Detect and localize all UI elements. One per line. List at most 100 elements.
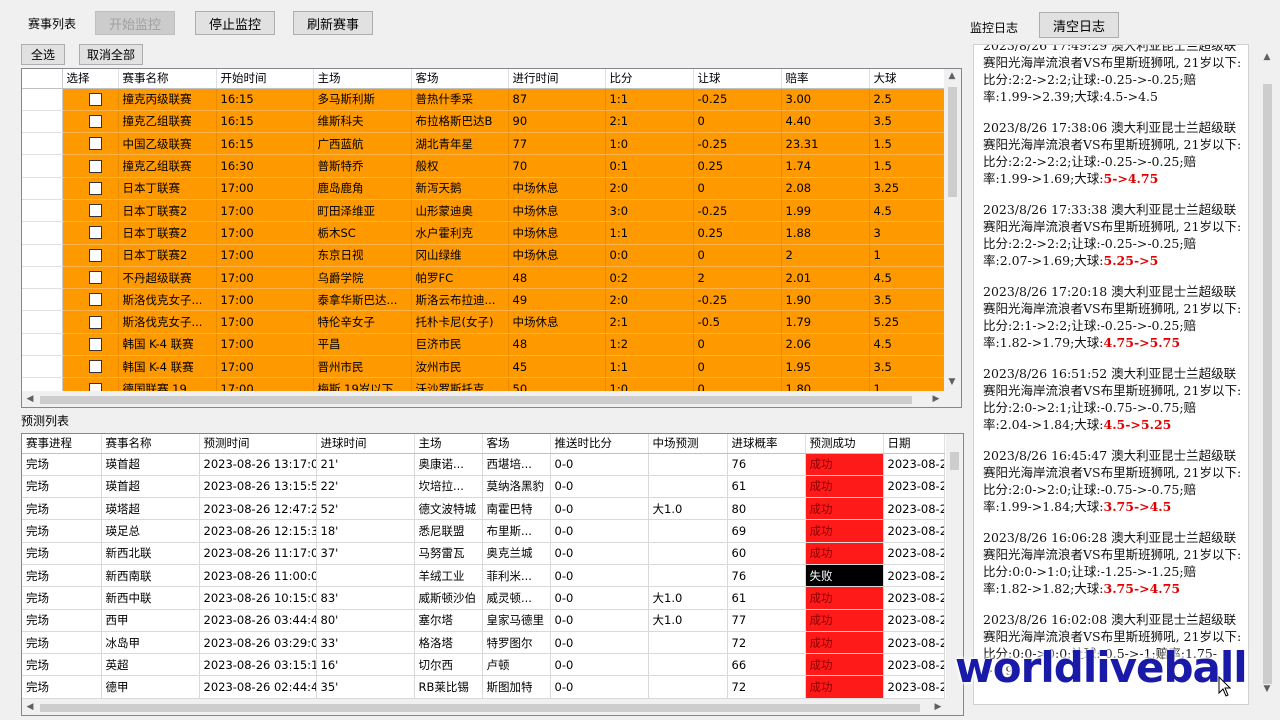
table-row[interactable]: 完场 德甲 2023-08-26 02:44:45 35' RB莱比锡 斯图加特 0-0 72… (22, 675, 945, 699)
stop-monitor-button[interactable]: 停止监控 (195, 11, 275, 35)
checkbox-icon[interactable] (88, 92, 102, 106)
table-row[interactable]: 完场 瑛首超 2023-08-26 13:15:52 22' 坎培拉... 莫纳洛黑豹 0-… (22, 475, 945, 499)
checkbox-icon[interactable] (88, 159, 102, 173)
table-row[interactable]: 日本丁联赛2 17:00 栃木SC 水户霍利克 中场休息 1:1 0.25 1.88 3 (22, 221, 945, 245)
match-col-header[interactable]: 主场 (313, 69, 412, 89)
select-cell[interactable] (62, 177, 119, 200)
select-cell[interactable] (62, 355, 119, 379)
row-header[interactable] (22, 88, 63, 111)
checkbox-icon[interactable] (88, 360, 102, 374)
row-header[interactable] (22, 177, 63, 200)
scroll-down-arrow-icon[interactable]: ▼ (944, 377, 960, 387)
predict-col-header[interactable]: 进球时间 (316, 434, 415, 454)
select-cell[interactable] (62, 221, 119, 245)
checkbox-icon[interactable] (88, 204, 102, 218)
table-row[interactable]: 日本丁联赛2 17:00 东京日视 冈山绿维 中场休息 0:0 0 2 1 (22, 244, 945, 267)
match-col-header[interactable]: 进行时间 (508, 69, 606, 89)
scroll-up-arrow-icon[interactable]: ▲ (1259, 52, 1275, 62)
table-row[interactable]: 撞克丙级联赛 16:15 多马斯利斯 普热什季采 87 1:1 -0.25 3.00 2.5 (22, 88, 945, 111)
select-cell[interactable] (62, 199, 119, 223)
row-header[interactable] (22, 244, 63, 267)
predict-col-header[interactable]: 进球概率 (727, 434, 806, 454)
scroll-left-arrow-icon[interactable]: ◀ (22, 702, 38, 712)
row-header[interactable] (22, 333, 63, 357)
scroll-left-arrow-icon[interactable]: ◀ (22, 394, 38, 404)
select-cell[interactable] (62, 333, 119, 357)
select-all-button[interactable]: 全选 (21, 44, 65, 65)
match-table-hscroll-thumb[interactable] (40, 396, 912, 404)
table-row[interactable]: 撞克乙组联赛 16:30 普斯特乔 般权 70 0:1 0.25 1.74 1.5 (22, 154, 945, 178)
match-col-header[interactable]: 比分 (605, 69, 694, 89)
predict-col-header[interactable]: 预测时间 (199, 434, 317, 454)
table-row[interactable]: 完场 新西中联 2023-08-26 10:15:06 83' 威斯顿沙伯 威灵顿... 0… (22, 586, 945, 610)
table-row[interactable]: 韩国 K-4 联赛 17:00 晋州市民 汝州市民 45 1:1 0 1.95 3.5 (22, 355, 945, 379)
scroll-right-arrow-icon[interactable]: ▶ (930, 702, 946, 712)
predict-table-hscrollbar[interactable]: ◀ ▶ (22, 699, 963, 715)
match-col-header[interactable]: 让球 (693, 69, 782, 89)
row-header[interactable] (22, 154, 63, 178)
select-cell[interactable] (62, 244, 119, 267)
scroll-right-arrow-icon[interactable]: ▶ (928, 394, 944, 404)
scroll-down-arrow-icon[interactable]: ▼ (1259, 684, 1275, 694)
table-row[interactable]: 斯洛伐克女子... 17:00 特伦辛女子 托朴卡尼(女子) 中场休息 2:1 -0.5 1.… (22, 310, 945, 334)
row-header[interactable] (22, 199, 63, 223)
select-cell[interactable] (62, 88, 119, 111)
table-row[interactable]: 不丹超级联赛 17:00 乌爵学院 帕罗FC 48 0:2 2 2.01 4.5 (22, 266, 945, 290)
match-col-header[interactable]: 赛事名称 (118, 69, 217, 89)
select-cell[interactable] (62, 266, 119, 290)
monitor-log-panel[interactable]: 2023/8/26 17:49:29 澳大利亚昆士兰超级联赛阳光海岸流浪者VS布… (973, 44, 1249, 705)
select-cell[interactable] (62, 132, 119, 156)
predict-col-header[interactable]: 日期 (883, 434, 945, 454)
table-row[interactable]: 完场 新西南联 2023-08-26 11:00:05 羊绒工业 菲利米... 0-0 76… (22, 564, 945, 588)
table-row[interactable]: 撞克乙组联赛 16:15 维斯科夫 布拉格斯巴达B 90 2:1 0 4.40 3.5 (22, 110, 945, 134)
table-row[interactable]: 日本丁联赛2 17:00 町田泽维亚 山形蒙迪奥 中场休息 3:0 -0.25 1.99 4.5 (22, 199, 945, 223)
select-cell[interactable] (62, 310, 119, 334)
match-col-header[interactable]: 开始时间 (216, 69, 314, 89)
table-row[interactable]: 完场 西甲 2023-08-26 03:44:40 80' 塞尔塔 皇家马德里 0-0 大1.… (22, 609, 945, 632)
scroll-up-arrow-icon[interactable]: ▲ (944, 71, 960, 81)
match-table-vscroll-thumb[interactable] (948, 87, 957, 197)
checkbox-icon[interactable] (88, 337, 102, 351)
match-table-hscrollbar[interactable]: ◀ ▶ (22, 391, 961, 407)
start-monitor-button[interactable]: 开始监控 (95, 11, 175, 35)
row-header[interactable] (22, 288, 63, 312)
checkbox-icon[interactable] (88, 226, 102, 240)
clear-log-button[interactable]: 清空日志 (1039, 12, 1119, 38)
checkbox-icon[interactable] (88, 315, 102, 329)
table-row[interactable]: 韩国 K-4 联赛 17:00 平昌 巨济市民 48 1:2 0 2.06 4.5 (22, 333, 945, 357)
row-header[interactable] (22, 110, 63, 134)
match-col-header[interactable]: 客场 (411, 69, 509, 89)
match-col-header[interactable]: 大球 (869, 69, 945, 89)
log-vscroll-thumb[interactable] (1263, 84, 1272, 684)
match-table-vscrollbar[interactable]: ▲ ▼ (944, 69, 961, 391)
table-row[interactable]: 日本丁联赛 17:00 鹿岛鹿角 新泻天鹅 中场休息 2:0 0 2.08 3.25 (22, 177, 945, 200)
table-row[interactable]: 中国乙级联赛 16:15 广西蓝航 湖北青年星 77 1:0 -0.25 23.31 1.5 (22, 132, 945, 156)
checkbox-icon[interactable] (88, 293, 102, 307)
refresh-matches-button[interactable]: 刷新赛事 (293, 11, 373, 35)
row-header[interactable] (22, 221, 63, 245)
table-row[interactable]: 完场 冰岛甲 2023-08-26 03:29:01 33' 格洛塔 特罗图尔 0-0 72 成… (22, 631, 945, 655)
select-cell[interactable] (62, 288, 119, 312)
predict-col-header[interactable]: 客场 (482, 434, 551, 454)
predict-col-header[interactable]: 赛事名称 (101, 434, 200, 454)
predict-col-header[interactable]: 推送时比分 (550, 434, 649, 454)
match-col-header[interactable]: 赔率 (781, 69, 870, 89)
deselect-all-button[interactable]: 取消全部 (79, 44, 143, 65)
row-header[interactable] (22, 355, 63, 379)
table-row[interactable]: 完场 英超 2023-08-26 03:15:16 16' 切尔西 卢顿 0-0 66 成功 20… (22, 653, 945, 677)
row-header[interactable] (22, 266, 63, 290)
predict-col-header[interactable]: 中场预测 (648, 434, 728, 454)
checkbox-icon[interactable] (88, 248, 102, 262)
checkbox-icon[interactable] (88, 271, 102, 285)
checkbox-icon[interactable] (88, 137, 102, 151)
match-col-header[interactable]: 选择 (62, 69, 119, 89)
table-row[interactable]: 完场 新西北联 2023-08-26 11:17:06 37' 马努雷瓦 奥克兰城 0-0 6… (22, 542, 945, 565)
table-row[interactable]: 完场 瑛首超 2023-08-26 13:17:07 21' 奥康诺... 西堪培... 0… (22, 453, 945, 476)
log-vscrollbar[interactable]: ▲ ▼ (1259, 44, 1276, 705)
checkbox-icon[interactable] (88, 181, 102, 195)
predict-table-vscroll-thumb[interactable] (950, 452, 959, 470)
predict-col-header[interactable]: 主场 (414, 434, 483, 454)
predict-col-header[interactable]: 预测成功 (805, 434, 884, 454)
predict-col-header[interactable]: 赛事进程 (22, 434, 102, 454)
table-row[interactable]: 完场 瑛足总 2023-08-26 12:15:38 18' 悉尼联盟 布里斯... 0-0… (22, 519, 945, 543)
